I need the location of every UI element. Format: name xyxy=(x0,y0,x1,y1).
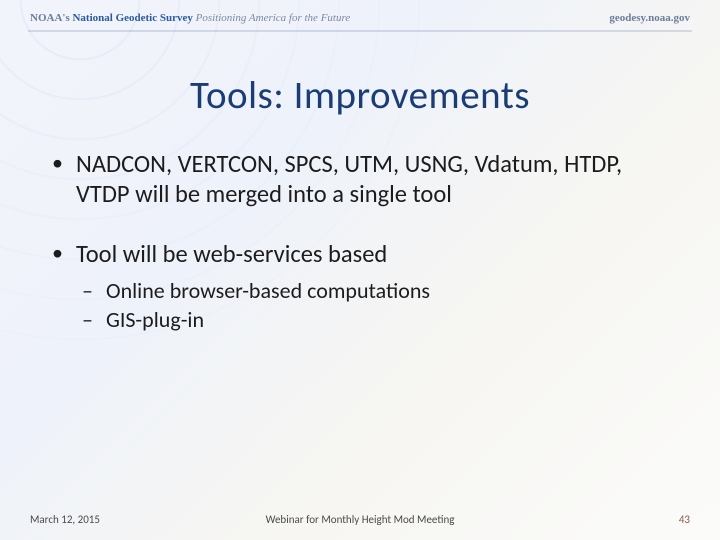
bullet-item: NADCON, VERTCON, SPCS, UTM, USNG, Vdatum… xyxy=(48,150,672,210)
slide-footer: March 12, 2015 Webinar for Monthly Heigh… xyxy=(0,513,720,526)
header-left: NOAA's National Geodetic Survey Position… xyxy=(30,12,350,24)
header-tagline: Positioning America for the Future xyxy=(196,12,351,24)
header-site: geodesy.noaa.gov xyxy=(609,12,690,24)
slide-body: NADCON, VERTCON, SPCS, UTM, USNG, Vdatum… xyxy=(48,150,672,364)
sub-bullet-text: Online browser-based computations xyxy=(106,277,430,304)
sub-bullet-text: GIS-plug-in xyxy=(106,306,204,333)
header-rule xyxy=(28,30,692,32)
sub-bullet-item: GIS-plug-in xyxy=(76,305,672,334)
bullet-list: NADCON, VERTCON, SPCS, UTM, USNG, Vdatum… xyxy=(48,150,672,334)
bullet-text: Tool will be web-services based xyxy=(76,239,387,269)
header-org: NOAA's xyxy=(30,12,70,24)
sub-bullet-list: Online browser-based computations GIS-pl… xyxy=(76,276,672,334)
bullet-text: NADCON, VERTCON, SPCS, UTM, USNG, Vdatum… xyxy=(76,149,622,209)
sub-bullet-item: Online browser-based computations xyxy=(76,276,672,305)
header-name: National Geodetic Survey xyxy=(72,12,192,24)
footer-caption: Webinar for Monthly Height Mod Meeting xyxy=(0,513,720,526)
slide-title: Tools: Improvements xyxy=(0,72,720,119)
slide-header: NOAA's National Geodetic Survey Position… xyxy=(0,0,720,32)
bullet-item: Tool will be web-services based Online b… xyxy=(48,240,672,334)
